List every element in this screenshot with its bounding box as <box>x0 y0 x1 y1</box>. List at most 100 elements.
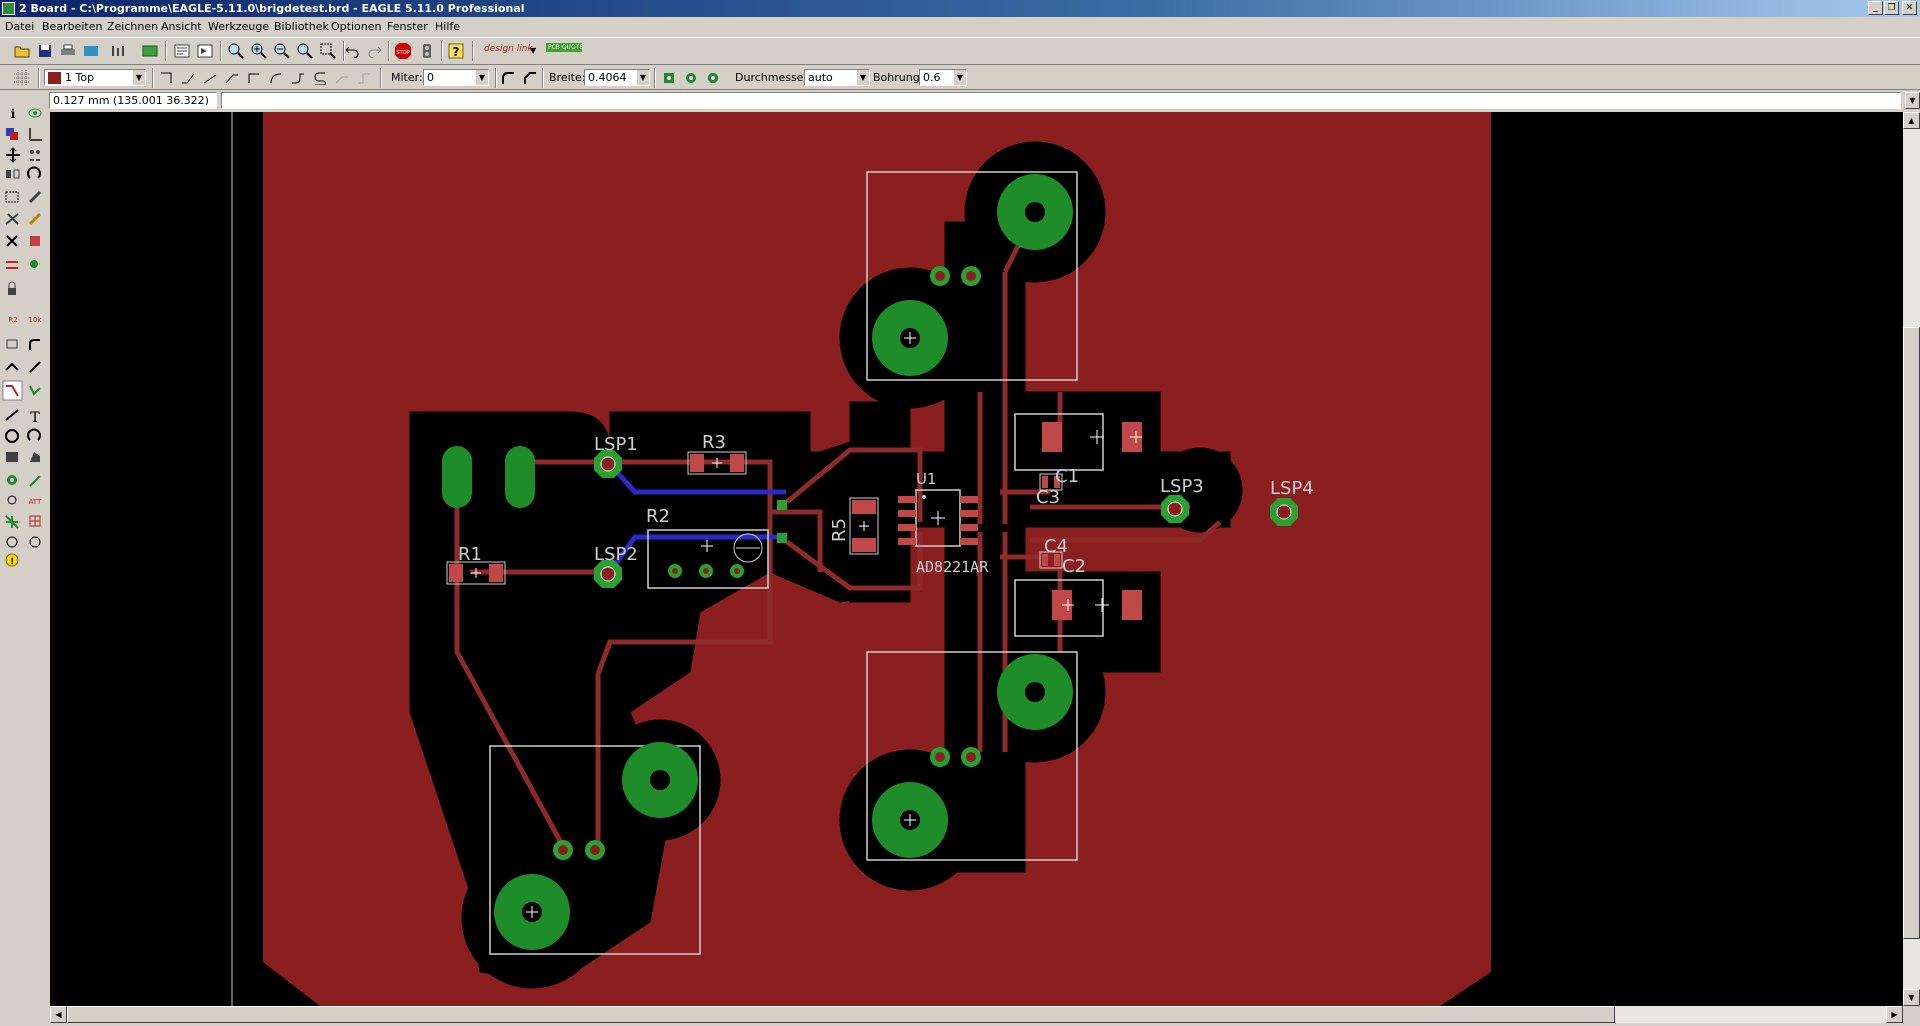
move-icon[interactable] <box>6 147 20 163</box>
bend-straight-icon[interactable] <box>200 68 220 88</box>
menu-fenster[interactable]: Fenster <box>387 20 428 33</box>
via-octagon-icon[interactable] <box>703 68 723 88</box>
scroll-left-icon[interactable]: ◀ <box>50 1006 67 1023</box>
ripup-icon[interactable] <box>29 385 41 396</box>
value-icon[interactable]: 10k <box>29 316 43 324</box>
signal-icon[interactable] <box>29 475 41 487</box>
grid-icon[interactable] <box>12 68 32 88</box>
horizontal-scroll-thumb[interactable] <box>67 1006 1615 1023</box>
open-icon[interactable] <box>12 41 32 61</box>
durchmesser-select[interactable]: auto ▼ <box>804 69 870 86</box>
menu-hilfe[interactable]: Hilfe <box>435 20 460 33</box>
split-icon[interactable] <box>5 362 19 371</box>
stop-icon[interactable]: STOP <box>393 41 413 61</box>
drc-icon[interactable] <box>29 536 41 548</box>
zoom-out-icon[interactable] <box>272 41 292 61</box>
undo-icon[interactable] <box>342 41 362 61</box>
miter-straight-icon[interactable] <box>520 68 540 88</box>
errors-icon[interactable]: ! <box>5 553 19 567</box>
delete-icon[interactable] <box>6 235 18 247</box>
print-icon[interactable] <box>58 41 78 61</box>
add-icon[interactable] <box>30 236 40 246</box>
attribute-icon[interactable]: ATT <box>29 498 42 506</box>
show-icon[interactable] <box>28 108 42 118</box>
hole-icon[interactable] <box>7 495 17 505</box>
designlink-logo[interactable]: design link <box>484 44 533 54</box>
zoom-in-icon[interactable] <box>249 41 269 61</box>
scroll-up-icon[interactable]: ▲ <box>1903 112 1920 129</box>
change-icon[interactable] <box>28 190 42 204</box>
cut-icon[interactable] <box>5 213 19 225</box>
save-icon[interactable] <box>35 41 55 61</box>
help-icon[interactable]: ? <box>446 41 466 61</box>
board-canvas[interactable]: LSP1 LSP2 LSP3 LSP4 R3 R2 R1 R5 U1 AD822… <box>50 112 1903 1006</box>
restore-button[interactable]: ❐ <box>1884 1 1899 15</box>
optimize-icon[interactable] <box>29 361 41 373</box>
mirror-icon[interactable] <box>6 169 20 179</box>
command-history-dropdown-icon[interactable]: ▼ <box>1905 92 1920 109</box>
via-round-icon[interactable] <box>681 68 701 88</box>
wire-icon[interactable] <box>5 409 19 421</box>
designlink-dropdown-icon[interactable]: ▼ <box>530 46 536 55</box>
ratsnest-icon[interactable] <box>5 515 19 529</box>
cam-icon[interactable] <box>81 41 101 61</box>
menu-datei[interactable]: Datei <box>5 20 34 33</box>
menu-optionen[interactable]: Optionen <box>331 20 381 33</box>
script-icon[interactable] <box>172 41 192 61</box>
smash-icon[interactable] <box>6 339 18 349</box>
bohrung-select[interactable]: 0.6 ▼ <box>919 69 967 86</box>
miter-round-icon[interactable] <box>498 68 518 88</box>
go-icon[interactable] <box>417 41 437 61</box>
name-icon[interactable]: R2 <box>8 316 17 324</box>
zoom-area-icon[interactable] <box>318 41 338 61</box>
library-icon[interactable] <box>140 41 160 61</box>
breite-select[interactable]: 0.4064 ▼ <box>584 69 650 86</box>
lock-icon[interactable] <box>8 281 16 295</box>
miter-select[interactable]: 0 ▼ <box>423 69 489 86</box>
layer-select[interactable]: 1 Top ▼ <box>44 69 146 86</box>
rect-icon[interactable] <box>6 452 18 462</box>
menu-bibliothek[interactable]: Bibliothek <box>274 20 329 33</box>
zoom-redraw-icon[interactable] <box>295 41 315 61</box>
zoom-fit-icon[interactable] <box>226 41 246 61</box>
replace-icon[interactable] <box>30 260 38 268</box>
bend-arc2-icon[interactable] <box>288 68 308 88</box>
close-button[interactable]: ✕ <box>1902 1 1917 15</box>
horizontal-scrollbar[interactable]: ◀ ▶ <box>50 1006 1903 1023</box>
miter-tool-icon[interactable] <box>29 339 40 350</box>
pcbquote-logo[interactable]: PCB QUOTE <box>546 43 583 52</box>
polygon-icon[interactable] <box>30 452 40 462</box>
auto-icon[interactable] <box>29 515 41 527</box>
run-icon[interactable] <box>195 41 215 61</box>
bend-90-icon[interactable] <box>156 68 176 88</box>
menu-ansicht[interactable]: Ansicht <box>161 20 202 33</box>
bend-free-icon[interactable] <box>310 68 330 88</box>
bend-arc-icon[interactable] <box>266 68 286 88</box>
via-icon[interactable] <box>7 475 17 485</box>
info-icon[interactable]: i <box>6 106 20 121</box>
copy-icon[interactable] <box>30 150 40 161</box>
paste-icon[interactable] <box>28 212 42 226</box>
minimize-button[interactable]: _ <box>1868 1 1883 15</box>
redo-icon[interactable] <box>365 41 385 61</box>
menu-zeichnen[interactable]: Zeichnen <box>107 20 158 33</box>
scroll-right-icon[interactable]: ▶ <box>1886 1006 1903 1023</box>
mark-icon[interactable] <box>29 128 42 141</box>
command-line-input[interactable] <box>221 92 1901 109</box>
menu-werkzeuge[interactable]: Werkzeuge <box>208 20 269 33</box>
route-icon[interactable] <box>2 380 23 401</box>
circle-icon[interactable] <box>5 429 19 443</box>
text-icon[interactable]: T <box>30 410 40 426</box>
erc-icon[interactable] <box>6 536 18 548</box>
pinswap-icon[interactable] <box>6 261 18 269</box>
menu-bearbeiten[interactable]: Bearbeiten <box>42 20 102 33</box>
vertical-scrollbar[interactable]: ▲ ▼ <box>1903 112 1920 1006</box>
arc-icon[interactable] <box>27 428 41 441</box>
via-square-icon[interactable] <box>659 68 679 88</box>
schematic-icon[interactable] <box>108 41 128 61</box>
group-icon[interactable] <box>5 191 19 203</box>
scroll-down-icon[interactable]: ▼ <box>1903 989 1920 1006</box>
vertical-scroll-thumb[interactable] <box>1903 327 1920 939</box>
bend-90b-icon[interactable] <box>244 68 264 88</box>
bend-45b-icon[interactable] <box>222 68 242 88</box>
